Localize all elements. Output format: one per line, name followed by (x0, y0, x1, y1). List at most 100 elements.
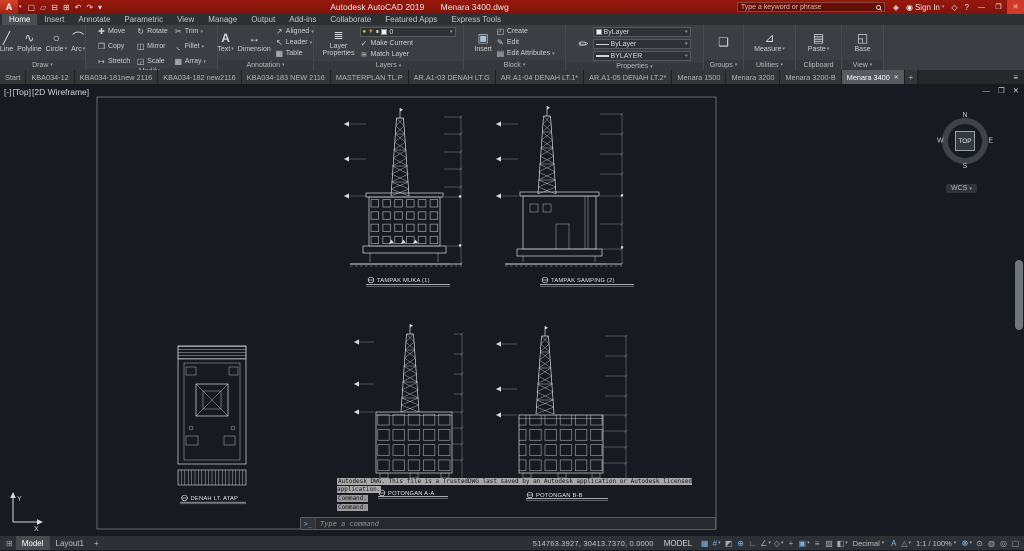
panel-label-annotation[interactable]: Annotation▾ (218, 60, 313, 70)
color-dropdown[interactable]: ByLayer▾ (593, 27, 691, 37)
annotation-scale-dropdown[interactable]: 1:1 / 100%▾ (913, 539, 959, 548)
paste-button[interactable]: ▤Paste▾ (808, 26, 829, 59)
file-tab[interactable]: KBA034-182 new2116 (158, 70, 241, 84)
base-view-button[interactable]: ◱Base (855, 26, 871, 59)
search-icon[interactable] (876, 5, 881, 10)
viewcube-top-face[interactable]: TOP (955, 131, 975, 151)
move-button[interactable]: ✚Move (97, 26, 130, 37)
ribbon-tab-addins[interactable]: Add-ins (282, 14, 323, 25)
layer-dropdown[interactable]: ● ☀ ∎ 0 ▾ (360, 27, 456, 37)
layout-browser-icon[interactable]: ⊞ (6, 539, 13, 548)
clean-screen-icon[interactable]: ▢ (1010, 539, 1021, 548)
edit-attributes-button[interactable]: ▤Edit Attributes▾ (496, 48, 555, 59)
plot-icon[interactable]: ⊞ (63, 3, 70, 12)
create-block-button[interactable]: ◰Create (496, 26, 555, 37)
redo-icon[interactable]: ↷ (86, 3, 93, 12)
match-properties-button[interactable]: ✏ (578, 26, 588, 62)
snap-toggle-icon[interactable]: #▾ (711, 539, 722, 548)
close-tab-icon[interactable]: ✕ (894, 74, 899, 81)
navigation-bar[interactable] (1015, 260, 1023, 330)
viewcube-east[interactable]: E (988, 138, 993, 145)
rotate-button[interactable]: ↻Rotate (136, 26, 168, 37)
new-icon[interactable]: ▢ (28, 3, 36, 12)
arc-button[interactable]: ⌒Arc▾ (71, 26, 85, 59)
ribbon-tab-annotate[interactable]: Annotate (71, 14, 117, 25)
viewcube-south[interactable]: S (963, 163, 968, 170)
panel-label-layers[interactable]: Layers▾ (314, 61, 463, 70)
insert-block-button[interactable]: ▣Insert (474, 26, 492, 59)
wcs-dropdown[interactable]: WCS▾ (946, 184, 977, 193)
ribbon-tab-output[interactable]: Output (244, 14, 282, 25)
text-button[interactable]: AText▾ (217, 26, 233, 59)
model-space-button[interactable]: MODEL (660, 539, 696, 548)
ribbon-tab-home[interactable]: Home (2, 14, 37, 25)
model-tab[interactable]: Model (16, 536, 50, 550)
ribbon-tab-manage[interactable]: Manage (201, 14, 244, 25)
make-current-button[interactable]: ✓Make Current (360, 38, 456, 49)
file-tab[interactable]: KBA034-183 NEW 2116 (242, 70, 331, 84)
autocad-logo[interactable]: A (0, 0, 18, 14)
file-tab[interactable]: MASTERPLAN TL.P (331, 70, 409, 84)
group-button[interactable]: ❏ (718, 26, 729, 59)
help-search[interactable] (737, 2, 885, 12)
app-menu-caret-icon[interactable]: ▾ (19, 4, 22, 10)
annotation-visibility-icon[interactable]: A (888, 539, 899, 548)
lineweight-dropdown[interactable]: BYLAYER▾ (593, 51, 691, 61)
polyline-button[interactable]: ∿Polyline (17, 26, 42, 59)
edit-block-button[interactable]: ✎Edit (496, 37, 555, 48)
grid-toggle-icon[interactable]: ▦ (699, 539, 710, 548)
infer-constraints-icon[interactable]: ◩ (723, 539, 734, 548)
table-button[interactable]: ▦Table (275, 48, 314, 59)
close-button[interactable]: ✕ (1007, 0, 1024, 14)
annotation-monitor-icon[interactable]: ⊙ (974, 539, 985, 548)
workspace-switching-icon[interactable]: ☸▾ (960, 539, 973, 548)
panel-label-utilities[interactable]: Utilities▾ (744, 60, 795, 70)
viewcube-west[interactable]: W (937, 138, 944, 145)
panel-label-properties[interactable]: Properties▾ (566, 63, 703, 70)
a360-icon[interactable]: ◈ (893, 3, 899, 12)
file-tab[interactable]: AR.A1-05 DENAH LT.2* (584, 70, 672, 84)
ribbon-tab-view[interactable]: View (170, 14, 201, 25)
match-layer-button[interactable]: ≊Match Layer (360, 49, 456, 60)
units-dropdown[interactable]: Decimal▾ (850, 539, 888, 548)
doc-restore-icon[interactable]: ❐ (998, 86, 1005, 95)
autotrack-icon[interactable]: + (786, 539, 797, 548)
new-layout-button[interactable]: + (90, 539, 103, 548)
scale-button[interactable]: ◲Scale (136, 56, 168, 67)
layer-properties-button[interactable]: ≣Layer Properties (322, 26, 356, 60)
aligned-button[interactable]: ↗Aligned▾ (275, 26, 314, 37)
stretch-button[interactable]: ↦Stretch (97, 56, 130, 67)
measure-button[interactable]: ⊿Measure▾ (754, 26, 785, 59)
file-tab[interactable]: AR.A1-03 DENAH LT.G (409, 70, 496, 84)
restore-button[interactable]: ❐ (990, 0, 1007, 14)
file-tab-start[interactable]: Start (0, 70, 26, 84)
undo-icon[interactable]: ↶ (75, 3, 82, 12)
fillet-button[interactable]: ◟Fillet▾ (174, 41, 206, 52)
polar-tracking-icon[interactable]: ∠▾ (759, 539, 772, 548)
command-input[interactable] (316, 520, 715, 528)
mirror-button[interactable]: ◫Mirror (136, 41, 168, 52)
save-icon[interactable]: ⊟ (51, 3, 58, 12)
doc-close-icon[interactable]: ✕ (1013, 86, 1019, 95)
viewcube[interactable]: N S W E TOP (936, 112, 994, 170)
ribbon-tab-parametric[interactable]: Parametric (117, 14, 170, 25)
file-tab[interactable]: Menara 3200 (726, 70, 780, 84)
open-icon[interactable]: ▱ (40, 3, 46, 12)
exchange-apps-icon[interactable]: ◇ (951, 3, 957, 12)
ortho-toggle-icon[interactable]: ∟ (747, 539, 758, 548)
command-prompt-icon[interactable]: >_ (301, 518, 316, 529)
panel-label-clipboard[interactable]: Clipboard (796, 60, 841, 70)
graphics-performance-icon[interactable]: ◎ (998, 539, 1009, 548)
ribbon-tab-insert[interactable]: Insert (37, 14, 71, 25)
dimension-button[interactable]: ↔Dimension (238, 26, 271, 59)
file-tab[interactable]: AR.A1-04 DENAH LT.1* (496, 70, 584, 84)
new-drawing-tab-button[interactable]: + (905, 70, 918, 84)
viewport-menu-control[interactable]: [-] (4, 87, 12, 97)
doc-minimize-icon[interactable]: — (982, 86, 990, 95)
trim-button[interactable]: ✂Trim▾ (174, 26, 206, 37)
dynamic-input-icon[interactable]: ⊕ (735, 539, 746, 548)
file-tab-active[interactable]: Menara 3400✕ (842, 70, 905, 84)
selection-cycling-icon[interactable]: ◧▾ (836, 539, 849, 548)
viewcube-north[interactable]: N (962, 112, 967, 119)
circle-button[interactable]: ○Circle▾ (46, 26, 67, 59)
